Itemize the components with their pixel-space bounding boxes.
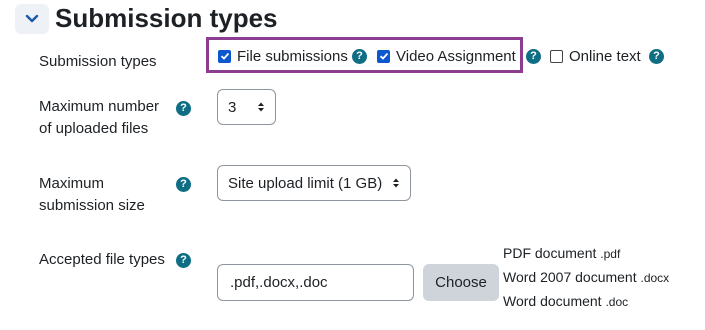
accepted-types-input[interactable]: .pdf,.docx,.doc <box>217 264 414 301</box>
file-type-name: PDF document <box>503 245 597 261</box>
max-size-help-icon[interactable]: ? <box>176 177 191 192</box>
online-text-help-icon[interactable]: ? <box>649 49 664 64</box>
accepted-types-label: Accepted file types <box>39 251 165 268</box>
file-type-ext: .pdf <box>600 247 621 261</box>
max-files-select[interactable]: 3 <box>217 89 276 125</box>
checkmark-icon <box>220 52 229 60</box>
file-type-name: Word 2007 document <box>503 269 637 285</box>
max-files-label: Maximum number of uploaded files <box>39 96 159 140</box>
checkmark-icon <box>379 52 388 60</box>
video-assignment-label[interactable]: Video Assignment <box>396 48 516 65</box>
max-files-label-line2: of uploaded files <box>39 120 149 137</box>
file-submissions-help-icon[interactable]: ? <box>352 49 367 64</box>
accepted-types-help-icon[interactable]: ? <box>176 253 191 268</box>
max-files-label-line1: Maximum number <box>39 98 160 115</box>
select-arrows-icon <box>392 177 400 189</box>
file-type-item: PDF document .pdf <box>503 242 669 266</box>
video-assignment-option[interactable]: Video Assignment <box>377 45 516 67</box>
choose-button[interactable]: Choose <box>423 264 499 301</box>
max-size-value: Site upload limit (1 GB) <box>228 174 383 192</box>
file-submissions-label[interactable]: File submissions <box>237 48 348 65</box>
select-arrows-icon <box>257 101 265 113</box>
section-title: Submission types <box>55 3 278 33</box>
online-text-checkbox[interactable] <box>550 49 563 63</box>
file-submissions-option[interactable]: File submissions <box>218 45 348 67</box>
online-text-option[interactable]: Online text <box>550 45 641 67</box>
file-type-ext: .doc <box>605 295 629 309</box>
video-assignment-checkbox[interactable] <box>377 49 390 63</box>
max-size-label: Maximum submission size <box>39 173 145 217</box>
max-size-select[interactable]: Site upload limit (1 GB) <box>217 165 411 201</box>
max-size-label-line1: Maximum <box>39 175 105 192</box>
max-size-label-line2: submission size <box>39 197 145 214</box>
online-text-label[interactable]: Online text <box>569 48 641 65</box>
section-collapse-button[interactable] <box>15 4 49 34</box>
accepted-types-input-value: .pdf,.docx,.doc <box>230 274 328 291</box>
file-type-name: Word document <box>503 293 602 309</box>
submission-types-label: Submission types <box>39 53 157 70</box>
file-types-list: PDF document .pdf Word 2007 document .do… <box>503 242 669 314</box>
file-submissions-checkbox[interactable] <box>218 49 231 63</box>
file-type-item: Word document .doc <box>503 290 669 314</box>
file-type-ext: .docx <box>640 271 670 285</box>
chevron-down-icon <box>25 14 39 23</box>
file-type-item: Word 2007 document .docx <box>503 266 669 290</box>
max-files-value: 3 <box>228 98 237 116</box>
video-assignment-help-icon[interactable]: ? <box>526 49 541 64</box>
max-files-help-icon[interactable]: ? <box>176 101 191 116</box>
